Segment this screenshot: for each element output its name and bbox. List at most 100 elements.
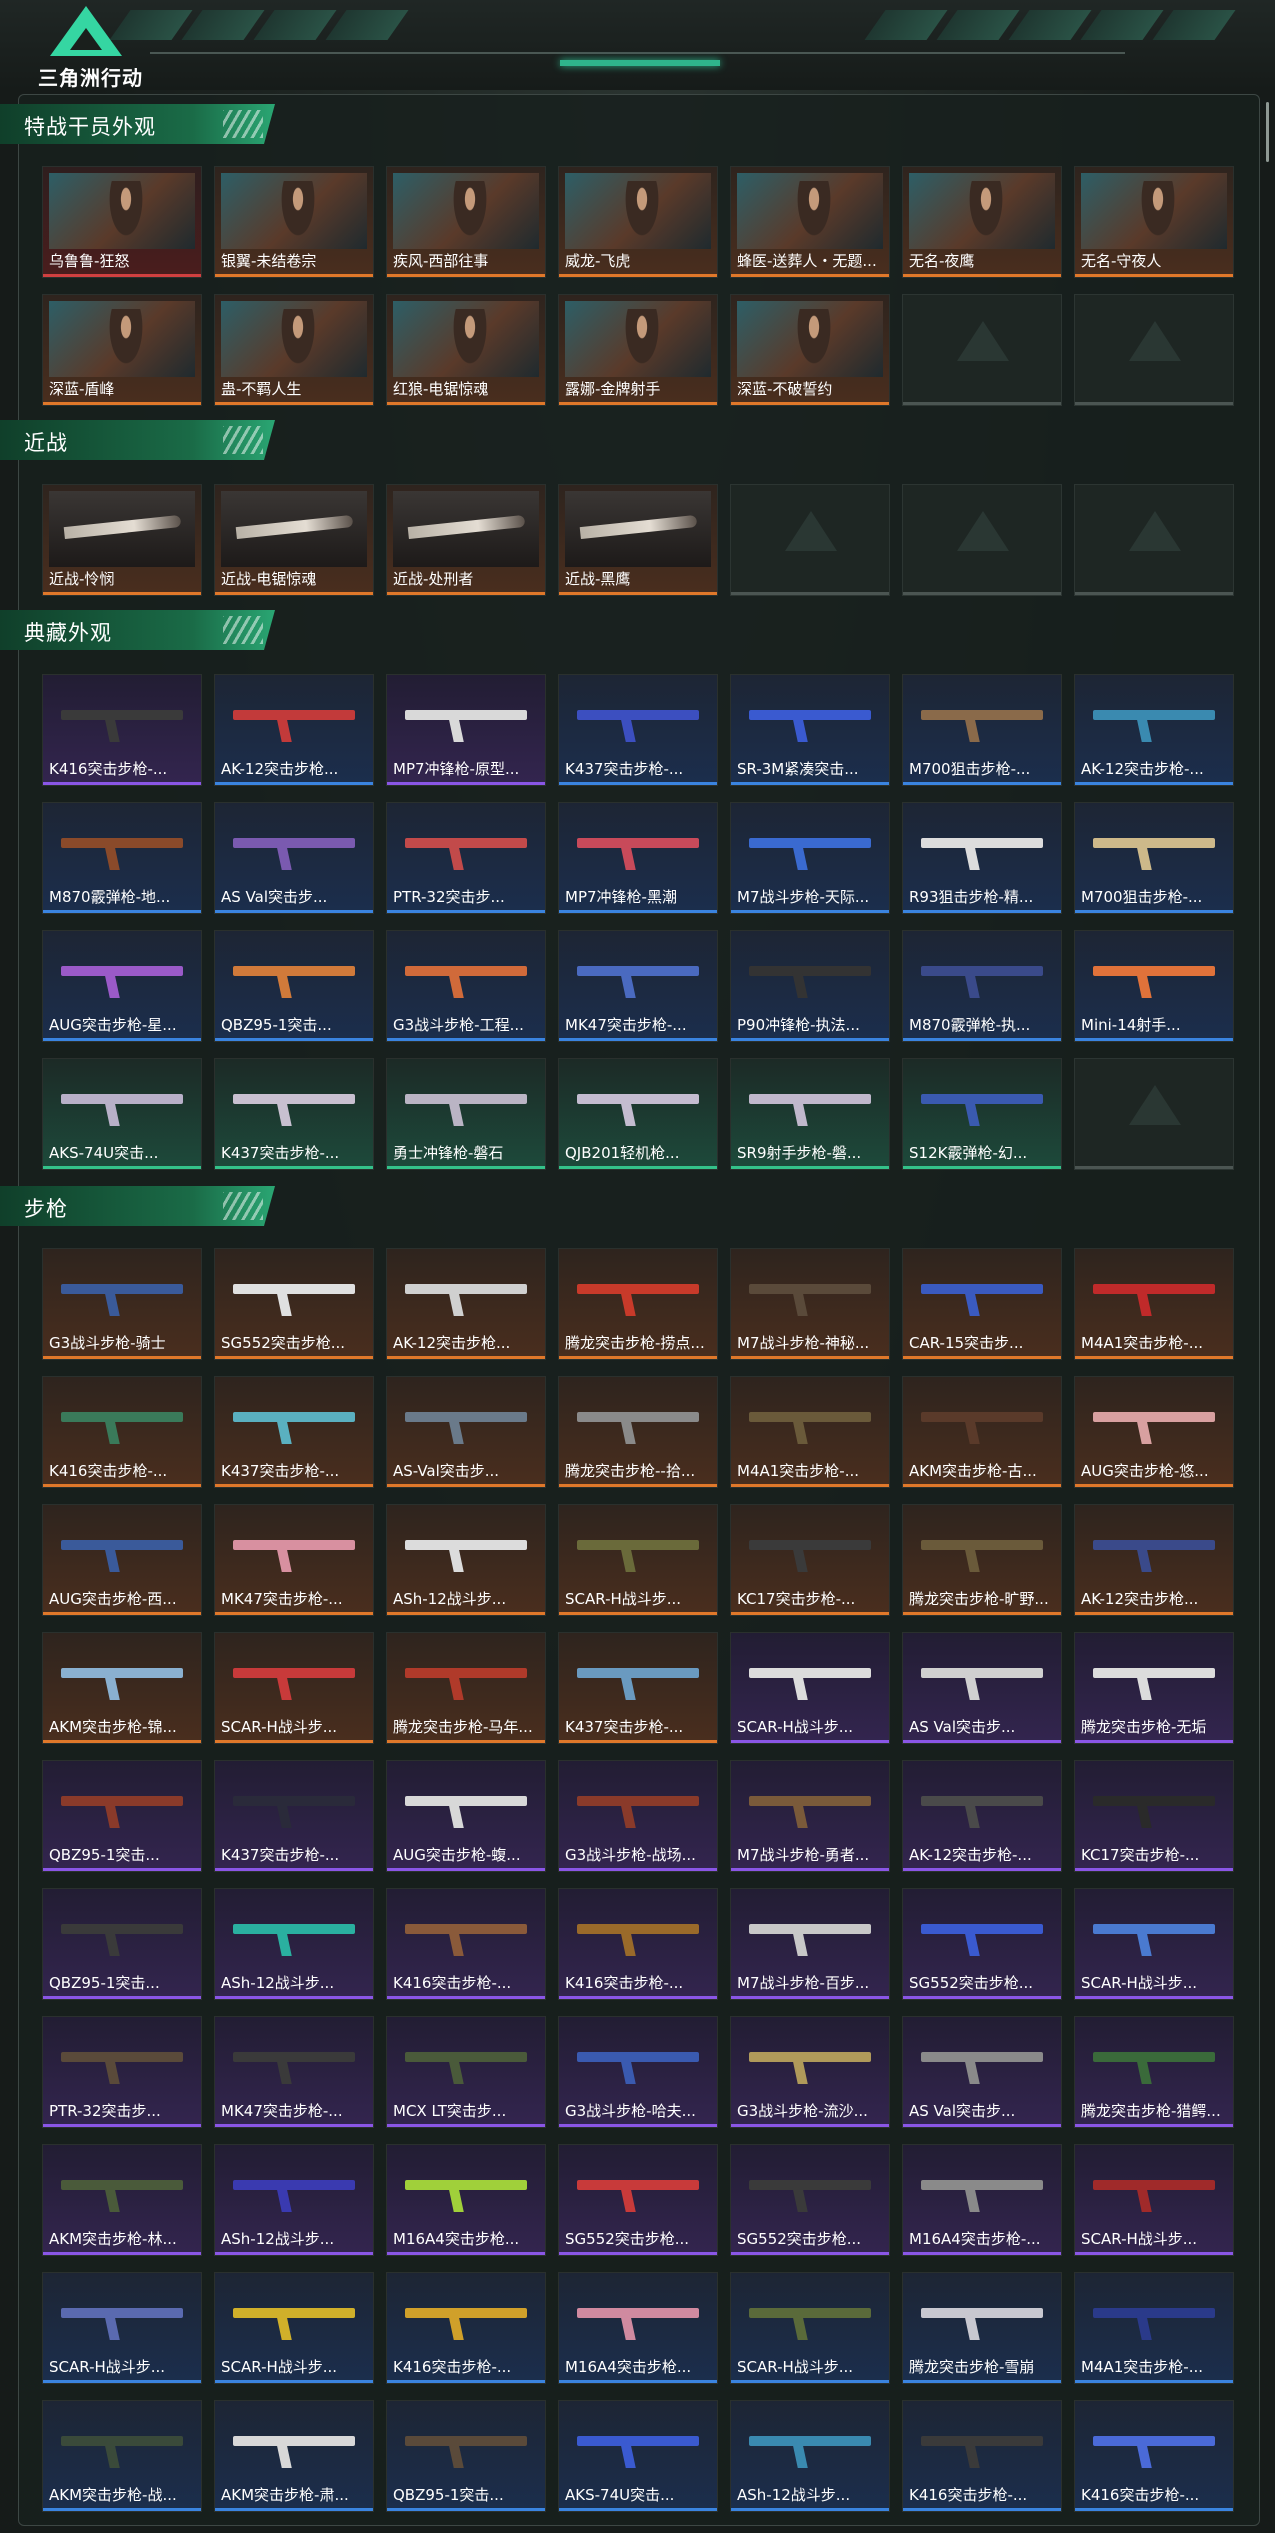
item-card[interactable]: KC17突击步枪-...	[730, 1504, 890, 1616]
item-card[interactable]: SCAR-H战斗步...	[730, 2272, 890, 2384]
item-card[interactable]: 露娜-金牌射手	[558, 294, 718, 406]
item-card[interactable]: SCAR-H战斗步...	[1074, 2144, 1234, 2256]
item-card[interactable]: QBZ95-1突击...	[42, 1888, 202, 2000]
item-card[interactable]: AKM突击步枪-肃...	[214, 2400, 374, 2512]
item-card[interactable]: 腾龙突击步枪-旷野...	[902, 1504, 1062, 1616]
item-card[interactable]: AUG突击步枪-悠...	[1074, 1376, 1234, 1488]
item-card[interactable]: 近战-电锯惊魂	[214, 484, 374, 596]
item-card[interactable]: 银翼-未结卷宗	[214, 166, 374, 278]
item-card[interactable]: MK47突击步枪-...	[558, 930, 718, 1042]
item-card[interactable]: K416突击步枪-...	[1074, 2400, 1234, 2512]
item-card[interactable]: AK-12突击步枪...	[386, 1248, 546, 1360]
item-card[interactable]: ASh-12战斗步...	[730, 2400, 890, 2512]
item-card[interactable]: MCX LT突击步...	[386, 2016, 546, 2128]
item-card[interactable]: K437突击步枪-...	[558, 1632, 718, 1744]
item-card[interactable]: K416突击步枪-...	[386, 1888, 546, 2000]
item-card[interactable]: AS-Val突击步...	[386, 1376, 546, 1488]
item-card[interactable]: M4A1突击步枪-...	[1074, 1248, 1234, 1360]
item-card[interactable]: M16A4突击步枪-...	[902, 2144, 1062, 2256]
item-card[interactable]: SG552突击步枪...	[902, 1888, 1062, 2000]
item-card[interactable]: MK47突击步枪-...	[214, 2016, 374, 2128]
item-card[interactable]: M870霰弹枪-地...	[42, 802, 202, 914]
item-card[interactable]: G3战斗步枪-工程...	[386, 930, 546, 1042]
item-card[interactable]: G3战斗步枪-战场...	[558, 1760, 718, 1872]
item-card[interactable]: AKM突击步枪-战...	[42, 2400, 202, 2512]
item-card[interactable]: SCAR-H战斗步...	[214, 1632, 374, 1744]
item-card[interactable]: AKM突击步枪-林...	[42, 2144, 202, 2256]
item-card[interactable]: K416突击步枪-...	[42, 1376, 202, 1488]
item-card[interactable]: 腾龙突击步枪-猎鳄...	[1074, 2016, 1234, 2128]
item-card[interactable]: SG552突击步枪...	[730, 2144, 890, 2256]
item-card[interactable]: AKS-74U突击...	[558, 2400, 718, 2512]
item-card[interactable]: K416突击步枪-...	[42, 674, 202, 786]
item-card[interactable]: SCAR-H战斗步...	[42, 2272, 202, 2384]
item-card[interactable]: QBZ95-1突击...	[214, 930, 374, 1042]
item-card[interactable]: SCAR-H战斗步...	[558, 1504, 718, 1616]
item-card[interactable]: M4A1突击步枪-...	[730, 1376, 890, 1488]
item-card[interactable]: 腾龙突击步枪-雪崩	[902, 2272, 1062, 2384]
item-card[interactable]: ASh-12战斗步...	[386, 1504, 546, 1616]
item-card[interactable]: K437突击步枪-...	[558, 674, 718, 786]
item-card[interactable]: G3战斗步枪-哈夫...	[558, 2016, 718, 2128]
item-card[interactable]: K437突击步枪-...	[214, 1760, 374, 1872]
item-card[interactable]: G3战斗步枪-流沙...	[730, 2016, 890, 2128]
item-card[interactable]: 无名-守夜人	[1074, 166, 1234, 278]
item-card[interactable]: 无名-夜鹰	[902, 166, 1062, 278]
item-card[interactable]: AKM突击步枪-古...	[902, 1376, 1062, 1488]
item-card[interactable]: 红狼-电锯惊魂	[386, 294, 546, 406]
item-card[interactable]: K437突击步枪-...	[214, 1376, 374, 1488]
item-card[interactable]: QBZ95-1突击...	[42, 1760, 202, 1872]
item-card[interactable]: QBZ95-1突击...	[386, 2400, 546, 2512]
item-card[interactable]: 深蓝-盾峰	[42, 294, 202, 406]
item-card[interactable]: AUG突击步枪-蝮...	[386, 1760, 546, 1872]
item-card[interactable]: SR9射手步枪-磐...	[730, 1058, 890, 1170]
item-card[interactable]: M870霰弹枪-执...	[902, 930, 1062, 1042]
scrollbar[interactable]	[1266, 102, 1269, 162]
item-card[interactable]: M700狙击步枪-...	[902, 674, 1062, 786]
item-card[interactable]: K416突击步枪-...	[558, 1888, 718, 2000]
item-card[interactable]: K437突击步枪-...	[214, 1058, 374, 1170]
item-card[interactable]: AK-12突击步枪...	[214, 674, 374, 786]
item-card[interactable]: G3战斗步枪-骑士	[42, 1248, 202, 1360]
item-card[interactable]: M16A4突击步枪...	[386, 2144, 546, 2256]
item-card[interactable]: SG552突击步枪...	[558, 2144, 718, 2256]
item-card[interactable]: MP7冲锋枪-黑潮	[558, 802, 718, 914]
item-card[interactable]: M700狙击步枪-...	[1074, 802, 1234, 914]
item-card[interactable]: AS Val突击步...	[214, 802, 374, 914]
item-card[interactable]: AK-12突击步枪...	[1074, 1504, 1234, 1616]
item-card[interactable]: 腾龙突击步枪-无垢	[1074, 1632, 1234, 1744]
item-card[interactable]: MP7冲锋枪-原型...	[386, 674, 546, 786]
item-card[interactable]: 腾龙突击步枪-马年...	[386, 1632, 546, 1744]
item-card[interactable]: K416突击步枪-...	[386, 2272, 546, 2384]
item-card[interactable]: 蛊-不羁人生	[214, 294, 374, 406]
item-card[interactable]: PTR-32突击步...	[42, 2016, 202, 2128]
item-card[interactable]: MK47突击步枪-...	[214, 1504, 374, 1616]
item-card[interactable]: 乌鲁鲁-狂怒	[42, 166, 202, 278]
item-card[interactable]: SCAR-H战斗步...	[1074, 1888, 1234, 2000]
item-card[interactable]: M7战斗步枪-天际...	[730, 802, 890, 914]
item-card[interactable]: 近战-黑鹰	[558, 484, 718, 596]
item-card[interactable]: 腾龙突击步枪-捞点...	[558, 1248, 718, 1360]
item-card[interactable]: 勇士冲锋枪-磐石	[386, 1058, 546, 1170]
item-card[interactable]: M7战斗步枪-百步...	[730, 1888, 890, 2000]
item-card[interactable]: K416突击步枪-...	[902, 2400, 1062, 2512]
item-card[interactable]: S12K霰弹枪-幻...	[902, 1058, 1062, 1170]
item-card[interactable]: AK-12突击步枪-...	[902, 1760, 1062, 1872]
item-card[interactable]: AKS-74U突击...	[42, 1058, 202, 1170]
item-card[interactable]: 蜂医-送葬人・无题...	[730, 166, 890, 278]
item-card[interactable]: KC17突击步枪-...	[1074, 1760, 1234, 1872]
item-card[interactable]: 近战-怜悯	[42, 484, 202, 596]
item-card[interactable]: M7战斗步枪-勇者...	[730, 1760, 890, 1872]
item-card[interactable]: QJB201轻机枪...	[558, 1058, 718, 1170]
item-card[interactable]: 深蓝-不破誓约	[730, 294, 890, 406]
item-card[interactable]: AS Val突击步...	[902, 1632, 1062, 1744]
item-card[interactable]: SR-3M紧凑突击...	[730, 674, 890, 786]
item-card[interactable]: R93狙击步枪-精...	[902, 802, 1062, 914]
item-card[interactable]: PTR-32突击步...	[386, 802, 546, 914]
item-card[interactable]: M7战斗步枪-神秘...	[730, 1248, 890, 1360]
item-card[interactable]: CAR-15突击步...	[902, 1248, 1062, 1360]
item-card[interactable]: M4A1突击步枪-...	[1074, 2272, 1234, 2384]
item-card[interactable]: SCAR-H战斗步...	[214, 2272, 374, 2384]
item-card[interactable]: 近战-处刑者	[386, 484, 546, 596]
item-card[interactable]: P90冲锋枪-执法...	[730, 930, 890, 1042]
